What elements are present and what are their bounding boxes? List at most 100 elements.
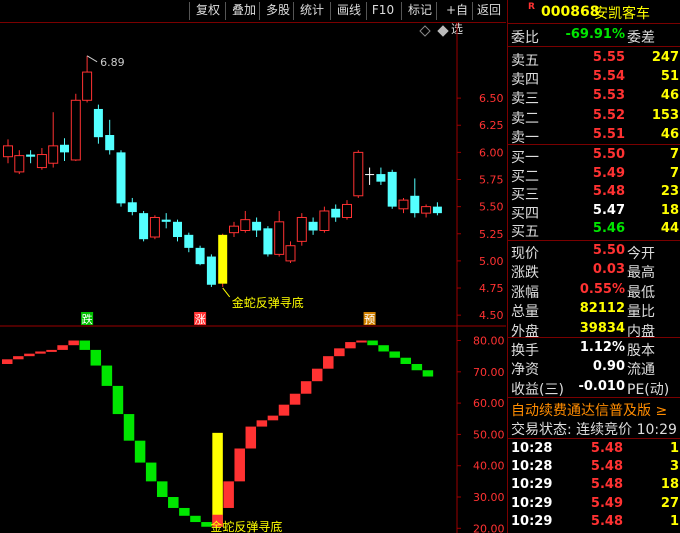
- indicator-bar: [367, 340, 378, 346]
- bid-row[interactable]: 买三 5.48 23: [508, 183, 680, 203]
- news-text[interactable]: 自动续费通达信普及版 ≥: [511, 400, 667, 420]
- indicator-bar: [13, 356, 24, 360]
- divider: [508, 337, 680, 338]
- tick-price: 5.48: [590, 513, 623, 529]
- indicator-axis: 80.00 70.00 60.00 50.00 40.00 30.00 20.00: [457, 335, 505, 533]
- toolbar-button-1[interactable]: 叠加: [229, 1, 259, 20]
- indicator-bar: [212, 432, 223, 527]
- candle-body-up: [285, 245, 296, 262]
- candle-body-down: [206, 256, 216, 285]
- high-price-label: 6.89: [100, 56, 125, 69]
- quote-row[interactable]: 涨跌 0.03 最高: [508, 261, 680, 281]
- indicator-bar: [389, 351, 400, 358]
- bid-row-label: 买五: [511, 224, 539, 241]
- ask-row[interactable]: 卖五 5.55 247: [508, 49, 680, 69]
- ask-row-volume: 51: [660, 69, 679, 85]
- indicator-bar: [345, 342, 356, 349]
- indicator-tick-label: 50.00: [473, 428, 505, 441]
- indicator-bar: [145, 462, 157, 482]
- candle-body-up: [319, 210, 330, 232]
- quote-row[interactable]: 现价 5.50 今开: [508, 242, 680, 262]
- candle-body-up: [149, 216, 160, 238]
- indicator-tick-label: 40.00: [473, 460, 505, 473]
- quote-row[interactable]: 总量 82112 量比: [508, 300, 680, 320]
- price-axis: 6.50 6.25 6.00 5.75 5.50 5.25 5.00 4.75 4.50: [457, 92, 504, 322]
- high-pointer: [86, 55, 98, 63]
- news-banner[interactable]: 自动续费通达信普及版 ≥: [508, 400, 680, 419]
- quote-panel: R 000868 安凯客车 委比 -69.91% 委差 卖五 5.55 247 卖四 5…: [507, 0, 680, 533]
- indicator-bar: [112, 385, 124, 415]
- candle-body-up: [70, 99, 81, 161]
- toolbar-button-7[interactable]: +自选: [440, 1, 474, 36]
- chart-toolbar: 复权 叠加 多股 统计 画线 F10 标记 +自选 返回: [0, 0, 506, 36]
- ask-row-volume: 247: [651, 50, 679, 65]
- bid-row-volume: 44: [660, 221, 679, 237]
- stat-row[interactable]: 换手 1.12% 股本: [508, 339, 680, 359]
- stat-row-label: 净资: [511, 362, 539, 379]
- bid-row[interactable]: 买一 5.50 7: [508, 146, 680, 166]
- toolbar-button-6[interactable]: 标记: [405, 1, 435, 20]
- indicator-bar: [300, 381, 312, 394]
- indicator-bar: [168, 497, 179, 508]
- bid-row-value: 5.49: [592, 165, 625, 181]
- stat-row-label2: 流通: [627, 362, 655, 379]
- bid-row[interactable]: 买五 5.46 44: [508, 220, 680, 241]
- candle-body-up: [229, 225, 239, 234]
- candle-body-down: [105, 135, 115, 151]
- divider: [508, 240, 680, 241]
- trade-status-text: 交易状态: 连续竞价 10:29: [511, 422, 677, 438]
- tick-row: 10:28 5.48 3: [508, 458, 680, 476]
- indicator-bar: [90, 349, 102, 366]
- indicator-bar: [267, 415, 279, 421]
- kline-chart[interactable]: 6.50 6.25 6.00 5.75 5.50 5.25 5.00 4.75 4.50 跌 涨 预…: [0, 23, 506, 533]
- price-tick-label: 4.50: [479, 309, 504, 322]
- r-badge: R: [528, 2, 535, 12]
- ask-row[interactable]: 卖一 5.51 46: [508, 126, 680, 146]
- candle-body-down: [410, 195, 420, 214]
- bid-row-value: 5.48: [592, 184, 625, 200]
- toolbar-button-4[interactable]: 画线: [334, 1, 364, 20]
- bid-row[interactable]: 买二 5.49 7: [508, 165, 680, 185]
- quote-row-value: 0.55%: [579, 281, 625, 297]
- toolbar-button-8[interactable]: 返回: [476, 1, 502, 20]
- candle-body-up: [398, 199, 409, 210]
- stat-row[interactable]: 净资 0.90 流通: [508, 358, 680, 379]
- divider: [508, 144, 680, 145]
- divider: [508, 23, 680, 24]
- quote-row[interactable]: 涨幅 0.55% 最低: [508, 281, 680, 301]
- ask-row[interactable]: 卖四 5.54 51: [508, 68, 680, 88]
- tick-row: 10:29 5.48 18: [508, 476, 680, 494]
- indicator-bar: [46, 349, 57, 352]
- indicator-series: [2, 340, 434, 527]
- tick-time: 10:28: [511, 441, 553, 456]
- ask-row[interactable]: 卖三 5.53 46: [508, 87, 680, 107]
- toolbar-button-5[interactable]: F10: [370, 1, 396, 20]
- toolbar-button-3[interactable]: 统计: [297, 1, 327, 20]
- candle-body-signal: [218, 234, 228, 284]
- stat-row[interactable]: 收益(三) -0.010 PE(动): [508, 378, 680, 398]
- toolbar-button-2[interactable]: 多股: [263, 1, 293, 20]
- candle-body-up: [421, 206, 432, 214]
- candle-body-up: [353, 151, 364, 197]
- ask-row[interactable]: 卖二 5.52 153: [508, 107, 680, 127]
- ask-row-value: 5.54: [592, 69, 625, 85]
- tick-volume: 27: [660, 495, 679, 511]
- tick-price: 5.48: [590, 441, 623, 456]
- signal-label: 金蛇反弹寻底: [232, 295, 304, 310]
- candle-body-down: [376, 174, 386, 182]
- candle-body-up: [240, 219, 251, 232]
- weicha-label: 委差: [627, 30, 655, 46]
- toolbar-separator: [436, 2, 437, 20]
- signal-pointer: [222, 287, 231, 298]
- stat-row-label: 收益(三): [511, 381, 564, 398]
- candle-body-down: [139, 213, 149, 240]
- weibi-value: -69.91%: [565, 27, 625, 42]
- trade-status: 交易状态: 连续竞价 10:29: [508, 419, 680, 438]
- bid-row[interactable]: 买四 5.47 18: [508, 202, 680, 222]
- ask-row-value: 5.55: [592, 50, 625, 65]
- indicator-bar: [57, 345, 68, 350]
- quote-row[interactable]: 外盘 39834 内盘: [508, 320, 680, 340]
- stat-row-label: 换手: [511, 343, 539, 359]
- price-tick-label: 6.50: [479, 92, 504, 105]
- toolbar-button-0[interactable]: 复权: [193, 1, 223, 20]
